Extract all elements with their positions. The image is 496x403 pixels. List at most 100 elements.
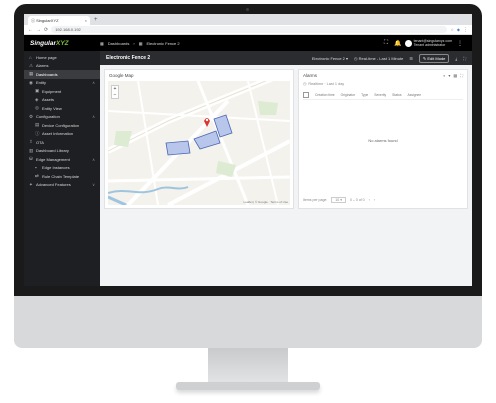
close-icon[interactable]: × [85, 18, 87, 23]
dashboard-icon: ▦ [138, 40, 143, 46]
per-page-select[interactable]: 10 ▾ [331, 197, 346, 203]
sidebar-item-label: Advanced Features [36, 182, 71, 188]
alarm-icon: ⚠ [29, 62, 34, 68]
browser-tab[interactable]: ⓢ SingularXYZ × [28, 16, 90, 25]
device-icon: ▤ [35, 122, 40, 128]
state-select[interactable]: Electronic Fence 2 ▾ [312, 56, 348, 61]
avatar [404, 39, 412, 47]
entity-icon: ◉ [29, 79, 33, 85]
breadcrumb-current: Electronic Fence 2 [146, 40, 180, 46]
fullscreen-dashboard-icon[interactable]: ⛶ [463, 56, 466, 61]
user-menu[interactable]: tenant@singularxyz.com Tenant administra… [404, 39, 466, 47]
sidebar-item-ota[interactable]: ⇪ OTA [24, 138, 100, 147]
filter-icon[interactable]: ▾ [448, 73, 450, 78]
new-tab-icon[interactable]: + [94, 16, 98, 25]
select-all-checkbox[interactable] [303, 91, 309, 98]
reload-icon[interactable]: ⟳ [44, 27, 48, 33]
chevron-up-icon[interactable]: ∧ [92, 80, 95, 85]
sidebar-item-label: Dashboards [36, 71, 58, 77]
home-icon: ⌂ [29, 54, 32, 60]
map-canvas [108, 81, 290, 205]
sidebar-item-edge-instances[interactable]: ▪ Edge Instances [24, 164, 100, 173]
screen: ⓢ SingularXYZ × + ← → ⟳ 192.168.0.192 ☆ … [24, 14, 472, 286]
page-range: 0 – 0 of 0 [349, 198, 365, 202]
time-window[interactable]: ◷ Real-time - Last 1 Minute [354, 56, 403, 61]
sidebar-item-equipment[interactable]: ▣ Equipment [24, 87, 100, 96]
fullscreen-icon[interactable]: ⛶ [460, 73, 463, 78]
menu-icon[interactable]: ⋮ [463, 27, 468, 33]
edit-mode-button[interactable]: ✎ Edit Mode [418, 53, 450, 63]
sidebar-item-advanced-features[interactable]: ✦ Advanced Features ∨ [24, 181, 100, 190]
column-header[interactable]: Severity [374, 93, 386, 97]
sidebar-item-label: Home page [36, 54, 57, 60]
map[interactable]: + − Leaflet | © Google · Terms of Use [108, 81, 290, 205]
sidebar-item-assets[interactable]: ◈ Assets [24, 96, 100, 105]
zoom-control: + − [111, 85, 119, 99]
column-header[interactable]: Assignee [408, 93, 422, 97]
forward-icon[interactable]: → [36, 27, 41, 33]
sidebar-item-label: Equipment [42, 88, 62, 94]
alarm-widget-title: Alarms [303, 73, 318, 78]
prev-page-icon[interactable]: ‹ [369, 198, 370, 202]
columns-icon[interactable]: ▦ [453, 73, 457, 78]
per-page-label: Items per page: [303, 198, 328, 202]
next-page-icon[interactable]: › [374, 198, 375, 202]
sidebar-item-label: Alarms [36, 63, 49, 69]
sidebar-item-alarms[interactable]: ⚠ Alarms [24, 62, 100, 71]
sidebar-item-dashboard-library[interactable]: ▥ Dashboard Library [24, 147, 100, 156]
column-header[interactable]: Status [392, 93, 401, 97]
sidebar-item-label: Entity [36, 80, 47, 86]
library-icon: ▥ [29, 147, 34, 153]
column-header[interactable]: Type [361, 93, 368, 97]
clock-icon: ◷ [303, 82, 307, 86]
fullscreen-icon[interactable]: ⛶ [384, 40, 388, 47]
sidebar-item-entity-view[interactable]: ◎ Entity View [24, 104, 100, 113]
sidebar-item-rule-chain-template[interactable]: ⇄ Rule Chain Template [24, 172, 100, 181]
url-text: 192.168.0.192 [55, 27, 81, 32]
sidebar-item-label: Dashboard Library [36, 148, 69, 154]
sidebar-item-home-page[interactable]: ⌂ Home page [24, 53, 100, 62]
sidebar-item-entity[interactable]: ◉ Entity ∧ [24, 79, 100, 88]
map-attribution[interactable]: Leaflet | © Google · Terms of Use [244, 200, 288, 204]
back-icon[interactable]: ← [28, 27, 33, 33]
sidebar-item-configuration[interactable]: ⚙ Configuration ∧ [24, 113, 100, 122]
sidebar-item-label: Device Configuration [42, 122, 80, 128]
search-icon[interactable]: ⌕ [443, 73, 445, 78]
notification-icon[interactable]: 🔔 [394, 40, 401, 47]
more-icon[interactable]: ⋮ [457, 40, 463, 47]
config-icon: ⚙ [29, 113, 34, 119]
filter-icon[interactable]: ☰ [409, 56, 413, 61]
sidebar-item-label: OTA [36, 139, 44, 145]
map-widget: Google Map + − Leaflet | © Google · Term… [104, 69, 294, 209]
url-field[interactable]: 192.168.0.192 [51, 26, 448, 33]
column-header[interactable]: Originator [341, 93, 355, 97]
sidebar-item-dashboards[interactable]: ▦ Dashboards [24, 70, 100, 79]
bookmark-icon[interactable]: ☆ [450, 27, 454, 32]
alarm-time-filter[interactable]: ◷ Realtime · Last 1 day [299, 81, 467, 87]
asset-icon: ◈ [35, 96, 39, 102]
sidebar-item-label: Edge Management [36, 156, 70, 162]
column-header[interactable]: Creation time [315, 93, 335, 97]
chevron-down-icon[interactable]: ∨ [92, 182, 95, 187]
logo[interactable]: SingularXYZ [24, 40, 100, 47]
sidebar-item-device-configuration[interactable]: ▤ Device Configuration [24, 121, 100, 130]
empty-state: No alarms found [368, 138, 398, 143]
chevron-up-icon[interactable]: ∧ [92, 157, 95, 162]
edge-icon: ⛁ [29, 156, 33, 162]
user-role: Tenant administrator [413, 43, 446, 47]
breadcrumb-dashboards[interactable]: Dashboards [108, 41, 130, 46]
alarm-table-header: Creation time Originator Type Severity Statu… [303, 90, 463, 100]
zoom-out-button[interactable]: − [112, 92, 118, 98]
sidebar-item-edge-management[interactable]: ⛁ Edge Management ∧ [24, 155, 100, 164]
monitor-stand-base [176, 382, 320, 390]
browser-tab-bar: ⓢ SingularXYZ × + [24, 14, 472, 25]
chevron-up-icon[interactable]: ∧ [92, 114, 95, 119]
fence-polygon[interactable] [165, 140, 191, 156]
export-icon[interactable]: ⤓ [455, 56, 457, 61]
extension-icon[interactable]: ◆ [457, 27, 460, 32]
sidebar-item-asset-information[interactable]: ⓘ Asset Information [24, 130, 100, 139]
monitor-chin [14, 296, 482, 348]
dashboard-icon: ▦ [100, 40, 104, 46]
monitor-stand [208, 348, 288, 384]
ota-icon: ⇪ [29, 139, 33, 145]
